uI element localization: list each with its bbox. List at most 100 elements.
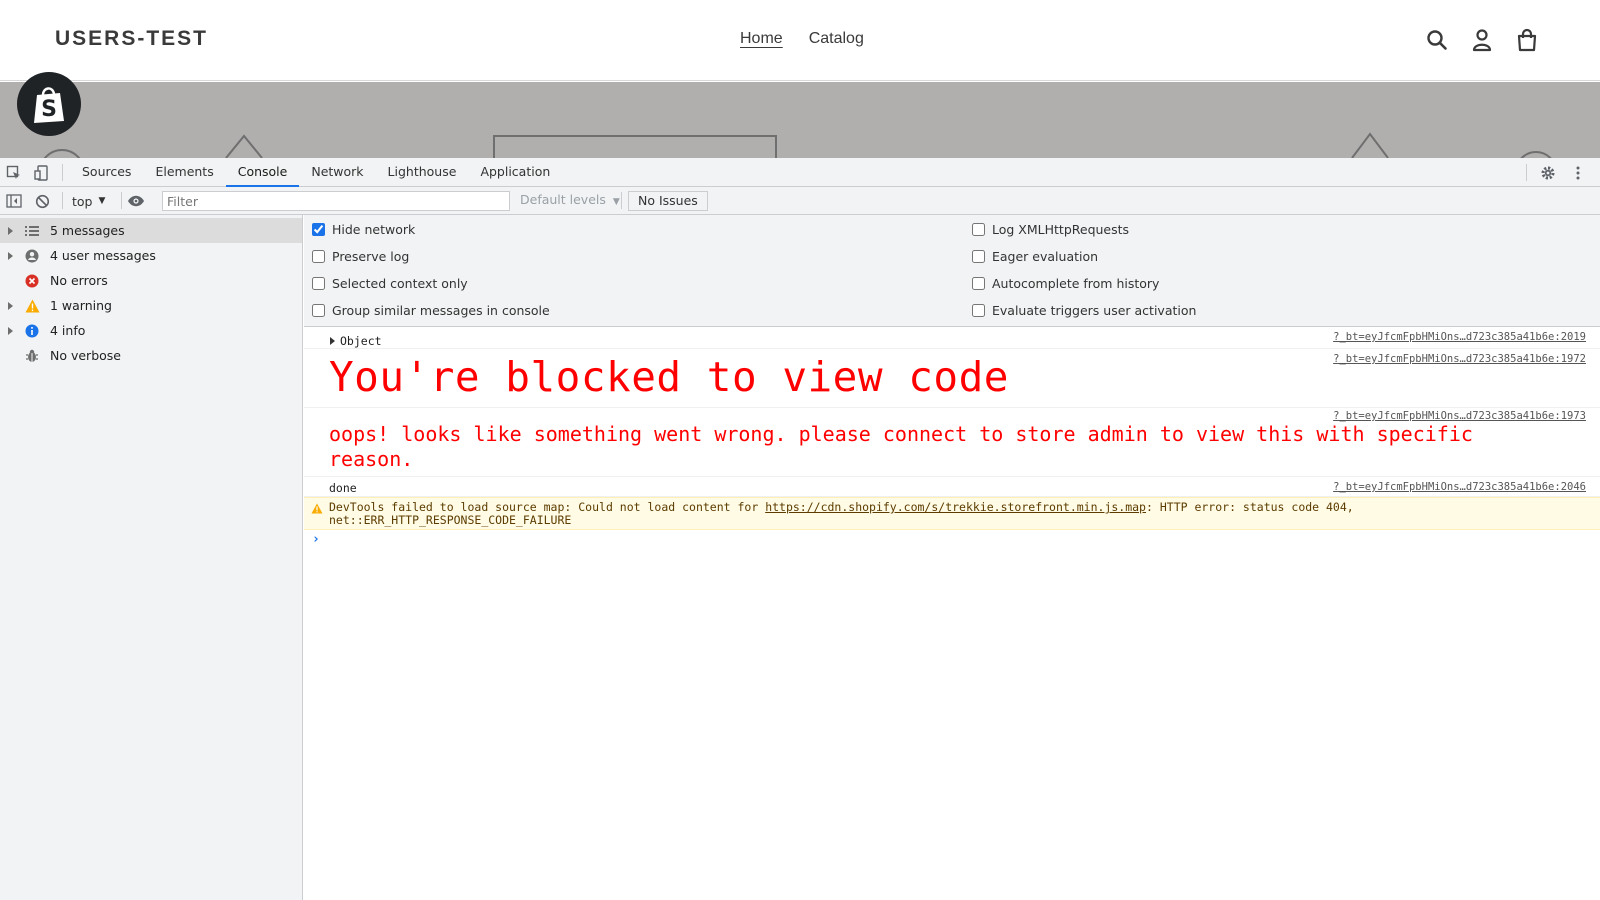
- filter-input[interactable]: [162, 191, 510, 211]
- evaluate-triggers-option[interactable]: Evaluate triggers user activation: [972, 300, 1196, 320]
- nav-home-link[interactable]: Home: [740, 30, 783, 48]
- hero-banner: [0, 82, 1600, 158]
- warning-icon: [311, 502, 323, 517]
- option-label: Preserve log: [332, 248, 410, 264]
- expand-arrow-icon: [8, 326, 13, 335]
- hero-decoration: [43, 132, 1552, 158]
- sidebar-item-label: No errors: [50, 273, 108, 288]
- sidebar-item-label: 1 warning: [50, 298, 112, 313]
- context-selector[interactable]: top ▼: [72, 191, 105, 211]
- group-similar-checkbox[interactable]: [312, 303, 325, 317]
- log-xhr-option[interactable]: Log XMLHttpRequests: [972, 219, 1129, 239]
- console-message-warning: DevTools failed to load source map: Coul…: [304, 497, 1600, 530]
- tab-sources[interactable]: Sources: [70, 158, 143, 187]
- tab-application[interactable]: Application: [468, 158, 562, 187]
- eager-evaluation-option[interactable]: Eager evaluation: [972, 246, 1098, 266]
- preserve-log-checkbox[interactable]: [312, 249, 325, 263]
- devtools-tabs: Sources Elements Console Network Lightho…: [70, 158, 562, 187]
- toggle-sidebar-icon[interactable]: [6, 191, 22, 211]
- gear-icon[interactable]: [1538, 163, 1558, 183]
- object-expander[interactable]: Object: [330, 334, 382, 348]
- error-icon: [24, 273, 40, 289]
- chevron-down-icon: ▼: [612, 197, 620, 207]
- source-link[interactable]: ?_bt=eyJfcmFpbHMiOns…d723c385a41b6e:1973: [1333, 410, 1586, 422]
- console-message-done: done ?_bt=eyJfcmFpbHMiOns…d723c385a41b6e…: [304, 477, 1600, 497]
- warning-prefix: DevTools failed to load source map: Coul…: [329, 500, 766, 514]
- expand-arrow-icon: [8, 251, 13, 260]
- tab-lighthouse[interactable]: Lighthouse: [376, 158, 469, 187]
- device-toolbar-icon[interactable]: [32, 163, 52, 183]
- store-nav: Home Catalog: [740, 30, 864, 48]
- source-link[interactable]: ?_bt=eyJfcmFpbHMiOns…d723c385a41b6e:2019: [1333, 331, 1586, 343]
- option-label: Hide network: [332, 221, 416, 237]
- console-toolbar: top ▼ Default levels ▼ No Issues: [0, 187, 1600, 215]
- option-label: Log XMLHttpRequests: [992, 221, 1130, 237]
- oops-message: oops! looks like something went wrong. p…: [329, 422, 1473, 471]
- cart-icon[interactable]: [1514, 26, 1540, 54]
- inspect-element-icon[interactable]: [4, 163, 24, 183]
- source-link[interactable]: ?_bt=eyJfcmFpbHMiOns…d723c385a41b6e:1972: [1333, 353, 1586, 365]
- chevron-down-icon: ▼: [98, 196, 106, 206]
- account-icon[interactable]: [1469, 26, 1495, 54]
- eager-evaluation-checkbox[interactable]: [972, 249, 985, 263]
- store-header: USERS-TEST Home Catalog: [0, 0, 1600, 81]
- console-message-blocked: ?_bt=eyJfcmFpbHMiOns…d723c385a41b6e:1972…: [304, 349, 1600, 408]
- sidebar-item-label: No verbose: [50, 348, 121, 363]
- evaluate-triggers-checkbox[interactable]: [972, 303, 985, 317]
- sidebar-item-verbose[interactable]: No verbose: [0, 343, 302, 368]
- done-message: done: [329, 481, 357, 495]
- devtools-tabbar: Sources Elements Console Network Lightho…: [0, 158, 1600, 187]
- source-link[interactable]: ?_bt=eyJfcmFpbHMiOns…d723c385a41b6e:2046: [1333, 481, 1586, 493]
- tab-console[interactable]: Console: [225, 158, 300, 187]
- search-icon[interactable]: [1424, 26, 1450, 54]
- option-label: Group similar messages in console: [332, 302, 550, 318]
- console-message-oops: ?_bt=eyJfcmFpbHMiOns…d723c385a41b6e:1973…: [304, 408, 1600, 477]
- sidebar-item-info[interactable]: 4 info: [0, 318, 302, 343]
- eye-icon[interactable]: [127, 191, 145, 211]
- devtools-panel: Sources Elements Console Network Lightho…: [0, 158, 1600, 900]
- option-label: Eager evaluation: [992, 248, 1099, 264]
- expand-arrow-icon: [8, 301, 13, 310]
- object-label: Object: [340, 334, 382, 348]
- autocomplete-history-checkbox[interactable]: [972, 276, 985, 290]
- nav-catalog-link[interactable]: Catalog: [809, 30, 864, 48]
- svg-text:S: S: [41, 97, 57, 122]
- sidebar-item-messages[interactable]: 5 messages: [0, 218, 302, 243]
- log-levels-dropdown[interactable]: Default levels ▼: [520, 192, 620, 207]
- store-logo[interactable]: USERS-TEST: [55, 27, 208, 51]
- sidebar-item-warnings[interactable]: 1 warning: [0, 293, 302, 318]
- sidebar-item-user-messages[interactable]: 4 user messages: [0, 243, 302, 268]
- more-options-icon[interactable]: [1568, 163, 1588, 183]
- console-prompt[interactable]: ›: [312, 532, 320, 547]
- autocomplete-history-option[interactable]: Autocomplete from history: [972, 273, 1159, 293]
- console-sidebar: 5 messages 4 user messages No errors 1 w…: [0, 215, 303, 900]
- user-icon: [24, 248, 40, 264]
- preserve-log-option[interactable]: Preserve log: [312, 246, 409, 266]
- option-label: Autocomplete from history: [992, 275, 1160, 291]
- source-map-link[interactable]: https://cdn.shopify.com/s/trekkie.storef…: [765, 500, 1146, 514]
- selected-context-option[interactable]: Selected context only: [312, 273, 468, 293]
- option-label: Selected context only: [332, 275, 468, 291]
- warning-suffix: : HTTP error: status code 404,: [1146, 500, 1354, 514]
- tab-network[interactable]: Network: [299, 158, 375, 187]
- hide-network-option[interactable]: Hide network: [312, 219, 415, 239]
- log-xhr-checkbox[interactable]: [972, 222, 985, 236]
- sidebar-item-errors[interactable]: No errors: [0, 268, 302, 293]
- warning-line2: net::ERR_HTTP_RESPONSE_CODE_FAILURE: [329, 513, 572, 527]
- console-settings: Hide network Preserve log Selected conte…: [304, 215, 1600, 327]
- context-label: top: [72, 193, 93, 209]
- log-levels-label: Default levels: [520, 192, 606, 207]
- tab-elements[interactable]: Elements: [143, 158, 225, 187]
- verbose-icon: [24, 348, 40, 364]
- clear-console-icon[interactable]: [35, 191, 50, 211]
- hide-network-checkbox[interactable]: [312, 222, 325, 236]
- selected-context-checkbox[interactable]: [312, 276, 325, 290]
- issues-button[interactable]: No Issues: [628, 191, 708, 211]
- sidebar-item-label: 4 info: [50, 323, 86, 338]
- group-similar-option[interactable]: Group similar messages in console: [312, 300, 550, 320]
- blocked-message: You're blocked to view code: [329, 353, 1009, 401]
- sidebar-item-label: 5 messages: [50, 223, 125, 238]
- expand-arrow-icon: [330, 337, 335, 345]
- shopify-bag-icon[interactable]: S: [17, 72, 81, 136]
- store-header-icons: [1424, 26, 1540, 54]
